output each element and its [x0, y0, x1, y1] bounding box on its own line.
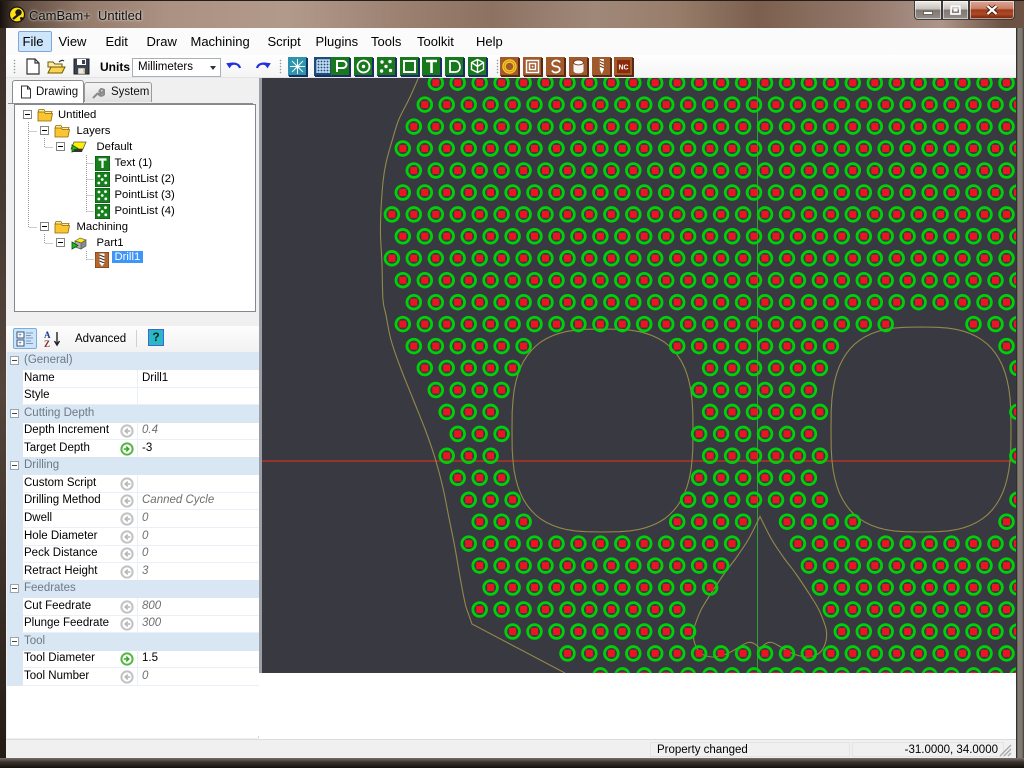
- svg-text:+: +: [18, 341, 22, 347]
- svg-text:NC: NC: [618, 65, 628, 72]
- svg-text:+: +: [18, 333, 22, 339]
- svg-text:Z: Z: [44, 339, 50, 348]
